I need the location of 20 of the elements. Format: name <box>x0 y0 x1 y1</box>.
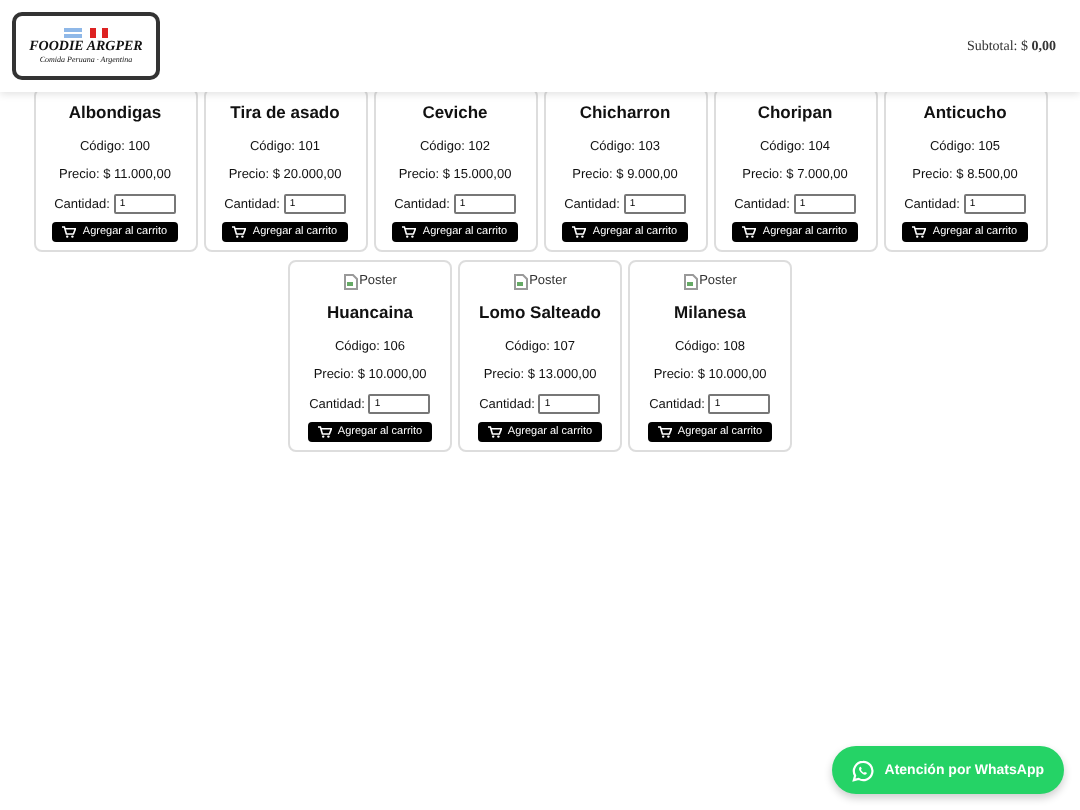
product-name: Tira de asado <box>230 100 340 124</box>
product-name: Huancaina <box>327 300 413 324</box>
cart-icon <box>317 426 332 438</box>
product-name: Choripan <box>757 100 833 124</box>
cart-icon <box>912 226 927 238</box>
cart-icon <box>742 226 757 238</box>
product-name: Milanesa <box>674 300 746 324</box>
product-name: Albondigas <box>68 100 162 124</box>
product-name: Chicharron <box>579 100 671 124</box>
cart-icon <box>62 226 77 238</box>
flags-icon <box>64 28 108 38</box>
product-name: Lomo Salteado <box>479 300 601 324</box>
cart-icon <box>487 426 502 438</box>
whatsapp-icon <box>852 759 875 781</box>
cart-icon <box>402 226 417 238</box>
cart-icon <box>657 426 672 438</box>
cart-icon <box>232 226 247 238</box>
product-name: Anticucho <box>923 100 1007 124</box>
cart-icon <box>572 226 587 238</box>
product-name: Ceviche <box>422 100 488 124</box>
